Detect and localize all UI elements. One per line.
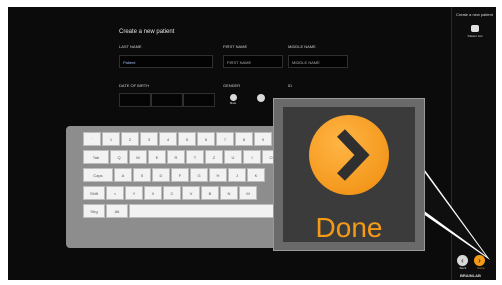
done-arrow-icon — [309, 115, 389, 195]
done-zoom-callout: Done — [273, 98, 425, 251]
app-screen: Create a new patient LAST NAME Patient F… — [8, 7, 496, 280]
done-zoom-label: Done — [315, 212, 383, 243]
done-zoom-inner: Done — [283, 107, 415, 243]
